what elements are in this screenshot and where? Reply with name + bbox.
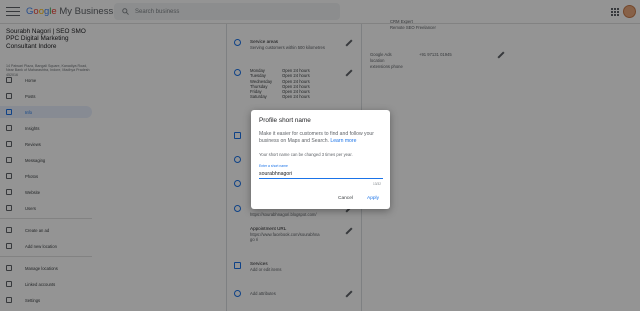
learn-more-link[interactable]: Learn more bbox=[330, 138, 356, 144]
short-name-label: Enter a short name bbox=[259, 164, 288, 168]
dialog-description: Make it easier for customers to find and… bbox=[259, 131, 374, 144]
short-name-input[interactable] bbox=[259, 169, 383, 179]
apply-button[interactable]: Apply bbox=[367, 196, 379, 201]
dialog-title: Profile short name bbox=[259, 117, 311, 124]
profile-short-name-dialog: Profile short name Make it easier for cu… bbox=[251, 110, 390, 209]
char-counter: 13/32 bbox=[373, 182, 381, 186]
dialog-note: Your short name can be changed 3 times p… bbox=[259, 152, 353, 157]
short-name-field: Enter a short name bbox=[259, 164, 383, 180]
cancel-button[interactable]: Cancel bbox=[338, 196, 353, 201]
